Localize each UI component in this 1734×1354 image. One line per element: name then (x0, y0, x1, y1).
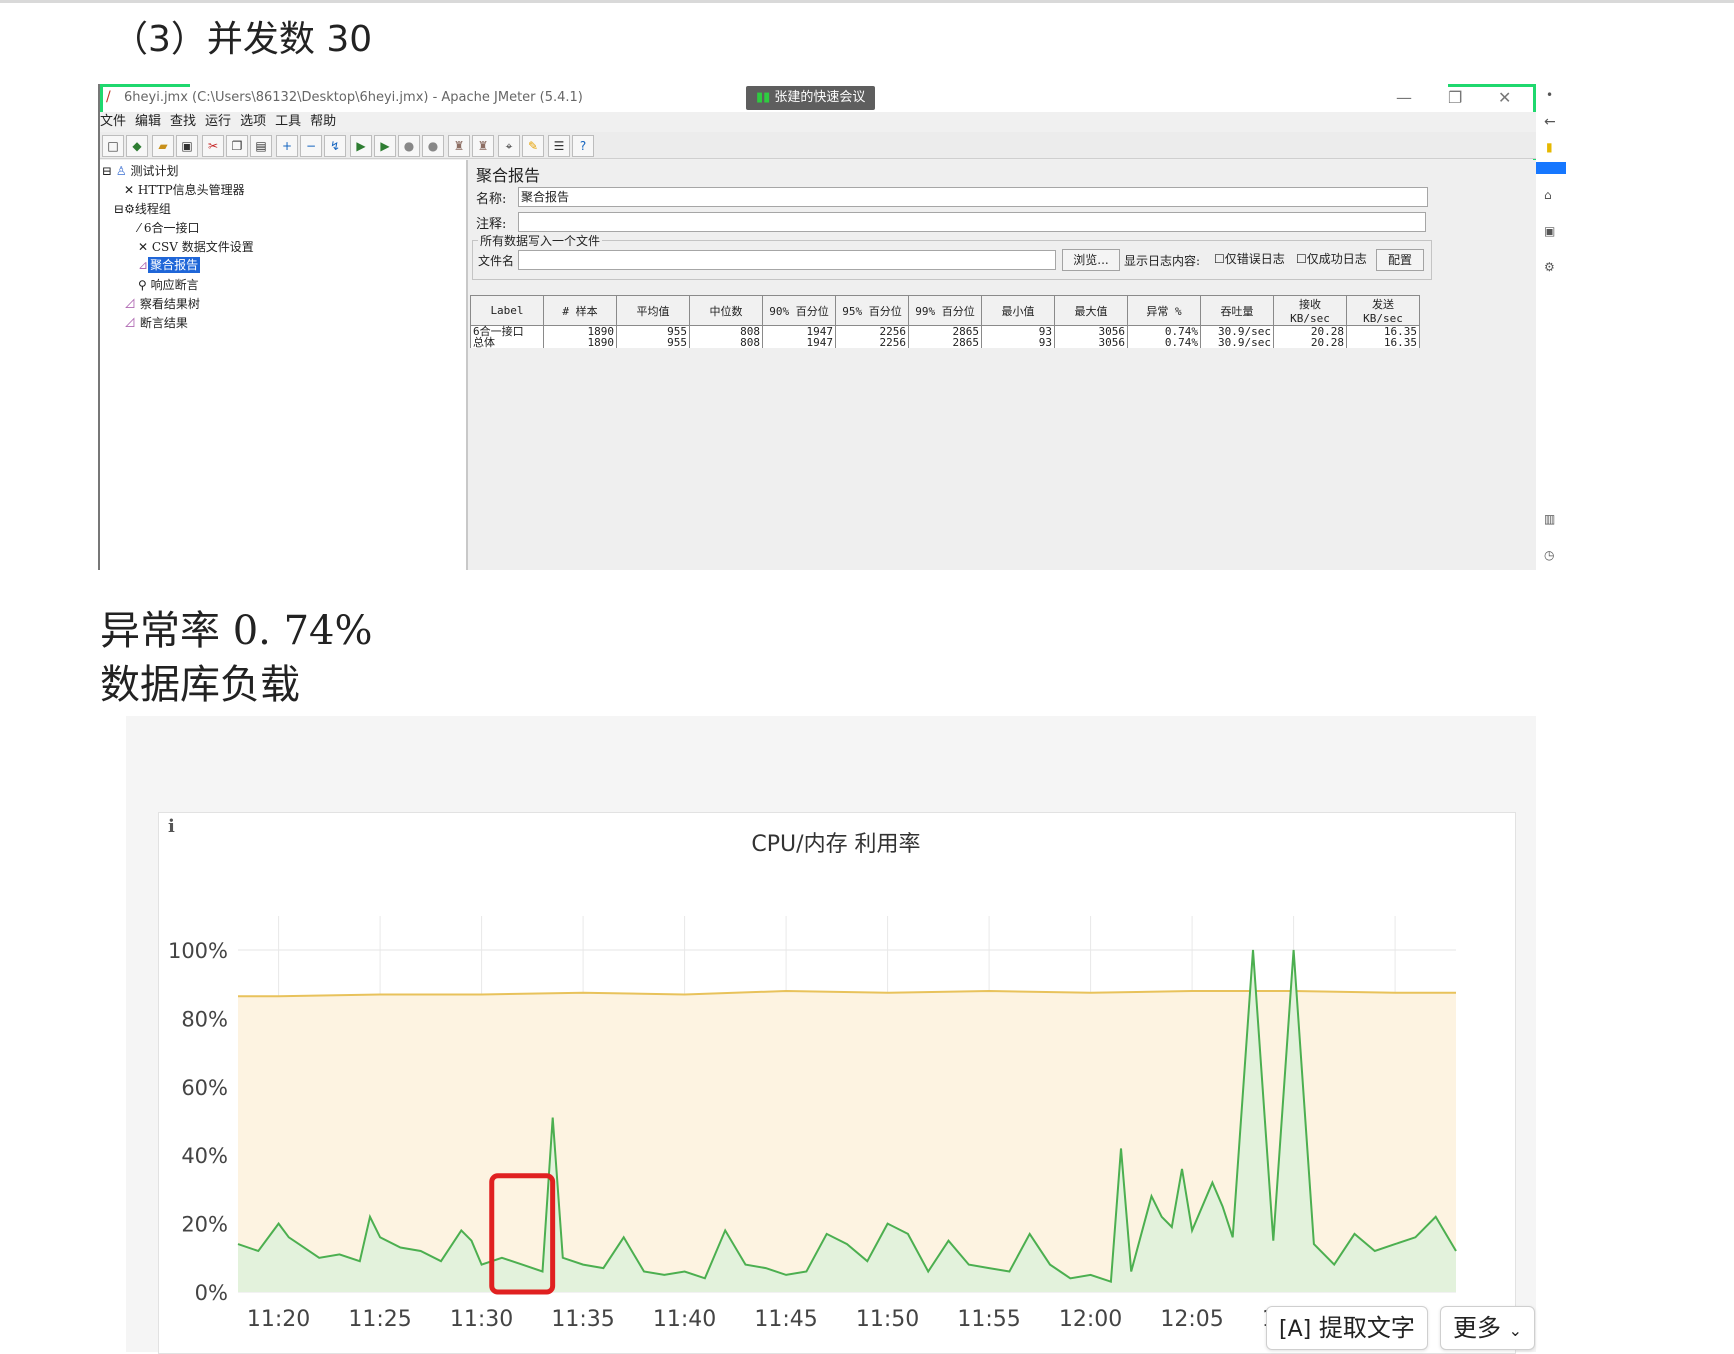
x-tick-label: 11:20 (247, 1307, 310, 1332)
y-tick-label: 20% (181, 1213, 228, 1237)
chevron-down-icon: ⌄ (1508, 1321, 1523, 1340)
more-button[interactable]: 更多 ⌄ (1440, 1306, 1536, 1350)
x-tick-label: 11:55 (957, 1307, 1020, 1332)
cpu-memory-chart: 0% 20% 40% 60% 80% 100% 11:20 11:25 11:30 11:35 11… (168, 916, 1457, 1332)
x-tick-label: 11:25 (348, 1307, 411, 1332)
x-tick-label: 12:00 (1059, 1307, 1122, 1332)
x-tick-label: 11:45 (754, 1307, 817, 1332)
y-tick-label: 0% (195, 1281, 228, 1305)
x-tick-label: 11:40 (653, 1307, 716, 1332)
y-tick-label: 40% (181, 1144, 228, 1168)
x-tick-label: 11:30 (450, 1307, 513, 1332)
y-tick-label: 60% (181, 1076, 228, 1100)
y-tick-label: 100% (168, 939, 228, 963)
extract-text-button[interactable]: [A] 提取文字 (1266, 1306, 1428, 1350)
text-scan-icon: [A] (1279, 1317, 1312, 1342)
x-tick-label: 11:50 (856, 1307, 919, 1332)
x-tick-label: 11:35 (551, 1307, 614, 1332)
x-tick-label: 12:05 (1160, 1307, 1223, 1332)
y-tick-label: 80% (181, 1007, 228, 1031)
